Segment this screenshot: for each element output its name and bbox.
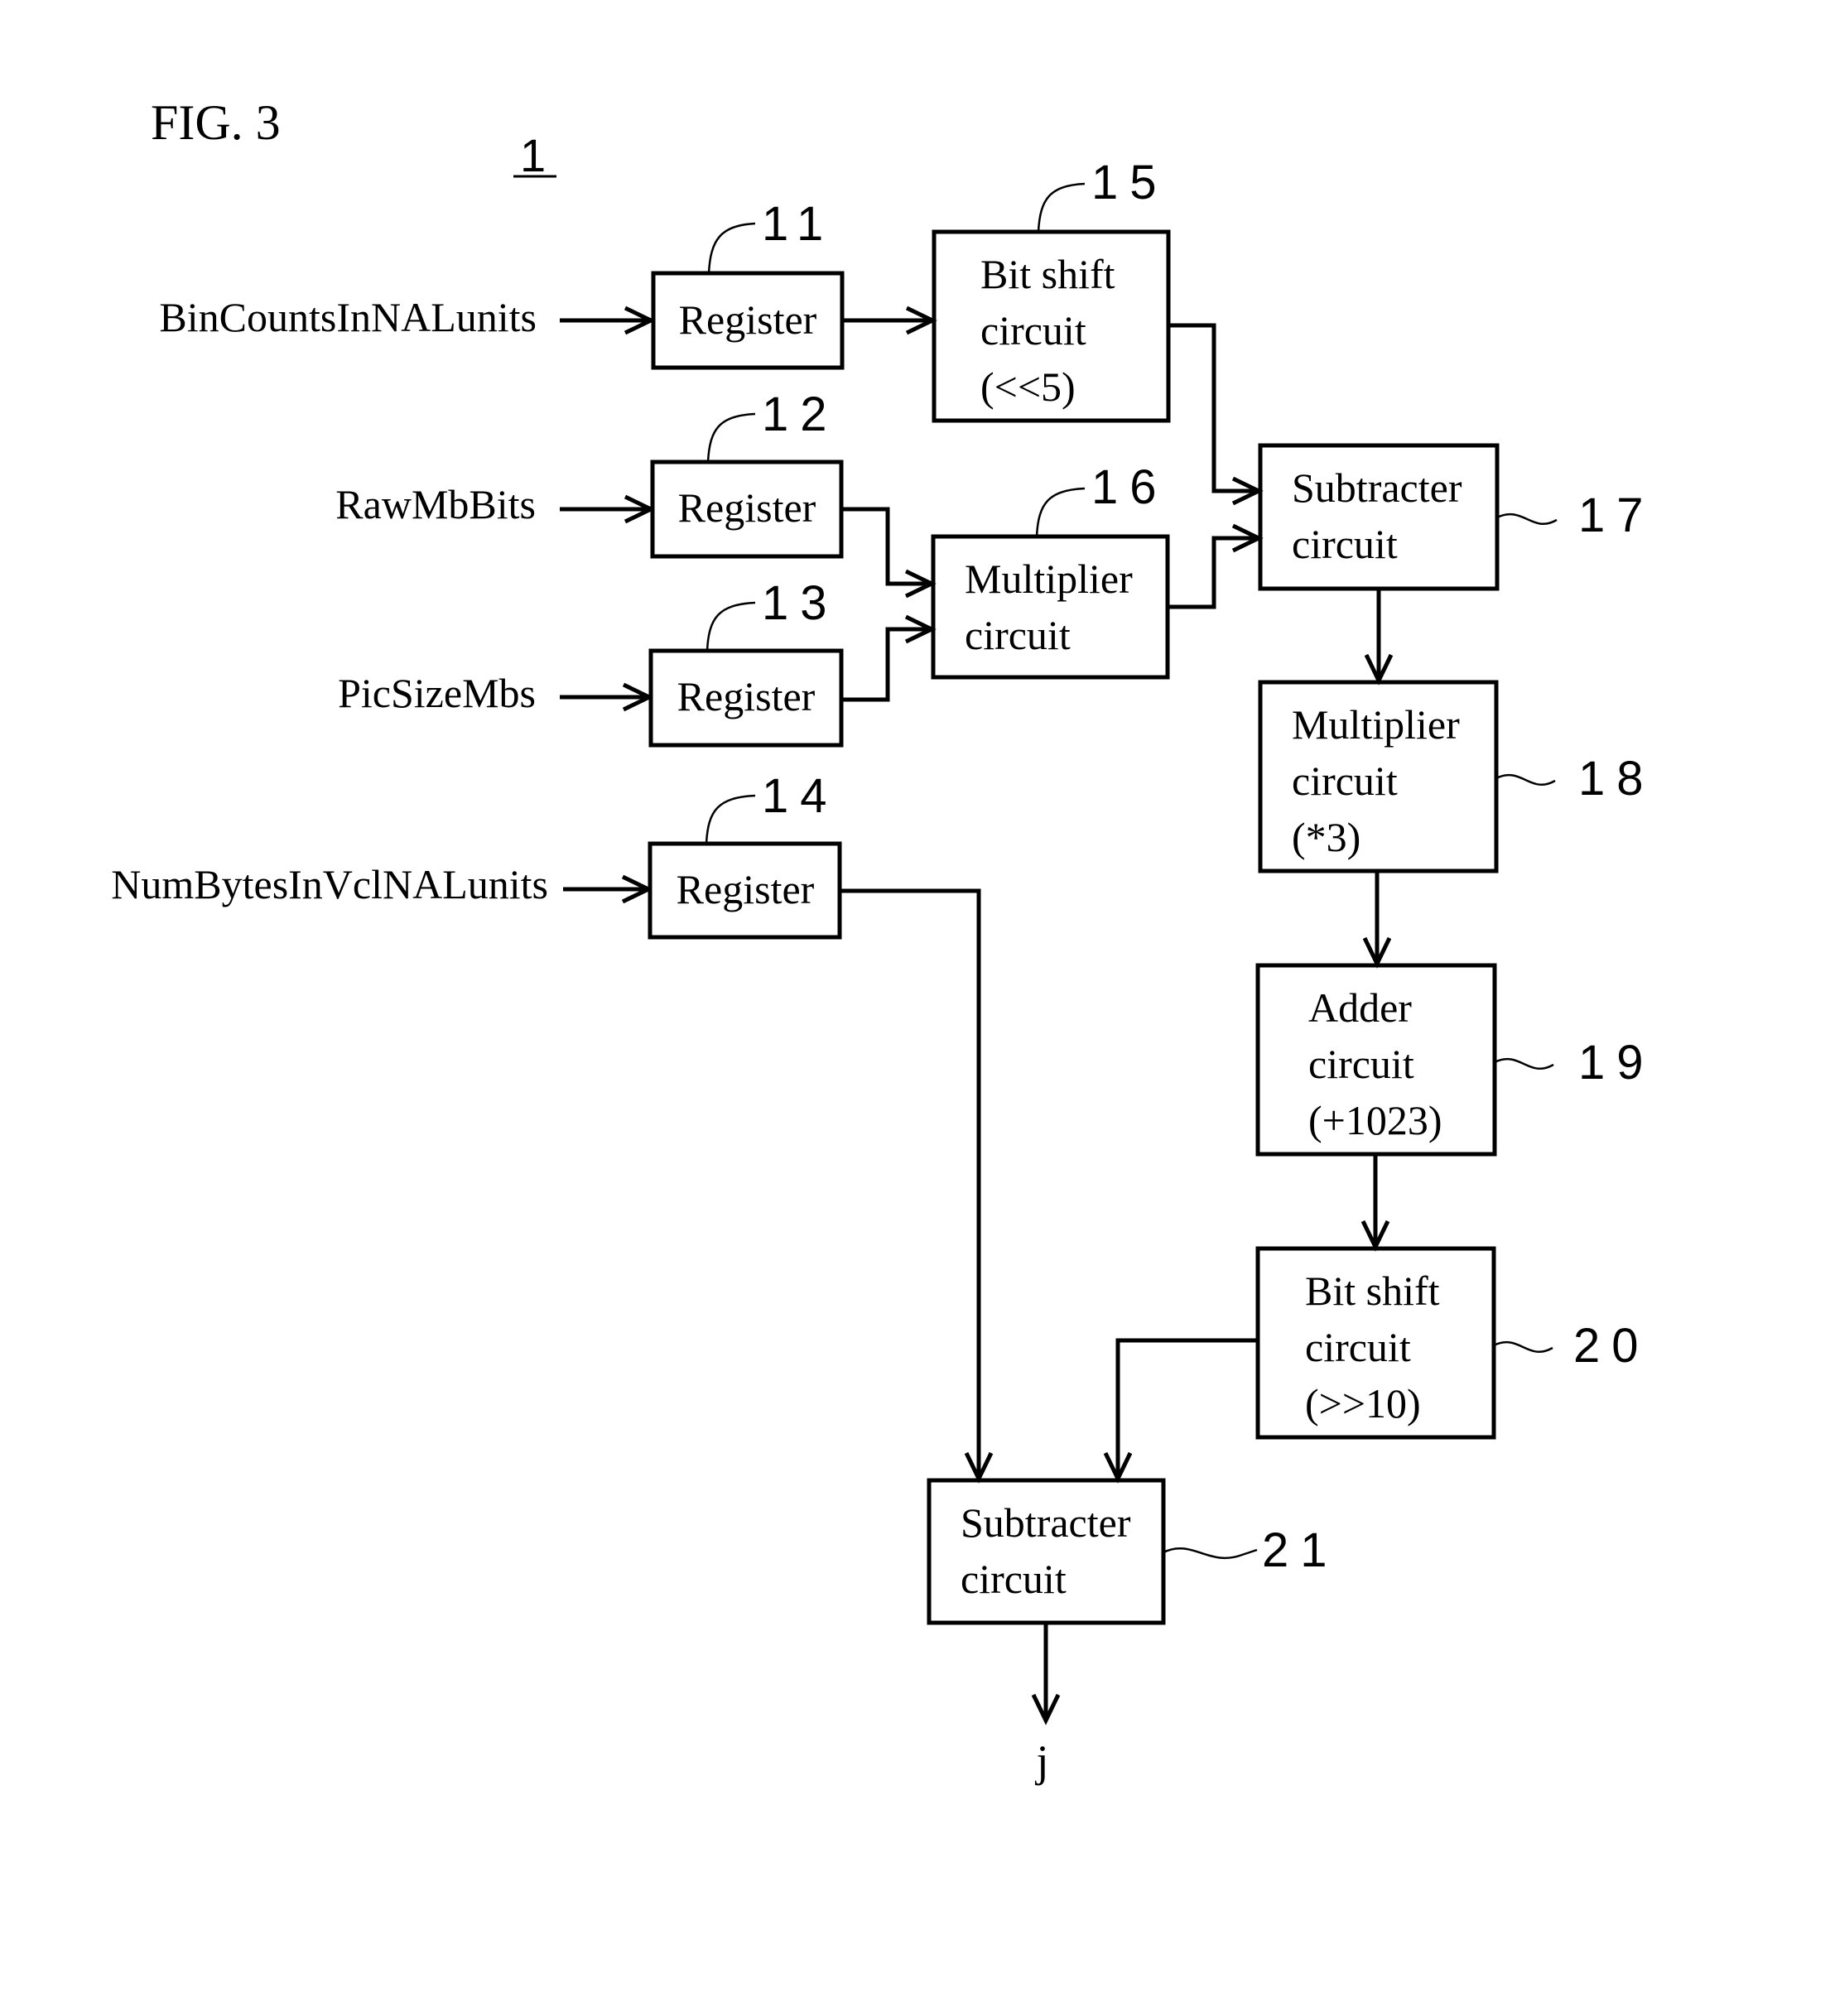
input-label-bincounts: BinCountsInNALunits: [159, 294, 537, 340]
bit-shift-15-line-3: (<<5): [980, 363, 1076, 410]
leader-13: [706, 601, 756, 652]
input-arrow-bincounts: [560, 306, 656, 335]
register-11-label: Register: [679, 296, 817, 343]
wire-b20-to-b21: [1103, 1338, 1258, 1484]
wire-r14-to-b21: [840, 888, 994, 1484]
input-label-numbytes: NumBytesInVclNALunits: [111, 861, 548, 907]
adder-19-line-1: Adder: [1308, 984, 1412, 1031]
ref-14: 14: [762, 769, 839, 823]
adder-circuit-19: Adder circuit (+1023): [1255, 963, 1497, 1157]
register-14: Register: [648, 841, 842, 940]
bit-shift-15-line-2: circuit: [980, 307, 1086, 354]
ref-15: 15: [1091, 156, 1168, 209]
wire-r12-to-b16: [841, 507, 937, 599]
output-label-j: j: [1034, 1736, 1048, 1786]
input-label-rawmbbits: RawMbBits: [335, 481, 536, 527]
wire-b17-to-b18: [1364, 589, 1394, 686]
bit-shift-20-line-2: circuit: [1305, 1324, 1411, 1370]
subtracter-21-line-1: Subtracter: [961, 1499, 1131, 1546]
figure-title: FIG. 3: [151, 95, 281, 150]
leader-14: [705, 794, 756, 844]
input-arrow-numbytes: [563, 874, 653, 904]
multiplier-circuit-16: Multiplier circuit: [931, 534, 1170, 680]
leader-18: [1495, 773, 1556, 786]
input-arrow-picsizembs: [560, 682, 654, 712]
multiplier-18-line-3: (*3): [1292, 814, 1360, 860]
subtracter-17-line-2: circuit: [1292, 521, 1398, 567]
leader-12: [706, 412, 756, 463]
register-14-label: Register: [677, 866, 815, 912]
multiplier-16-line-1: Multiplier: [965, 556, 1133, 602]
adder-19-line-3: (+1023): [1308, 1097, 1442, 1143]
ref-17: 17: [1578, 488, 1655, 542]
input-arrow-rawmbbits: [560, 494, 656, 524]
subtracter-circuit-17: Subtracter circuit: [1258, 443, 1500, 591]
bit-shift-20-line-1: Bit shift: [1305, 1268, 1440, 1314]
output-arrow: [1031, 1623, 1061, 1725]
bit-shift-15-line-1: Bit shift: [980, 251, 1115, 297]
ref-21: 21: [1262, 1523, 1339, 1577]
leader-21: [1163, 1547, 1258, 1560]
wire-b19-to-b20: [1360, 1154, 1390, 1252]
bit-shift-circuit-20: Bit shift circuit (>>10): [1255, 1246, 1496, 1440]
register-13: Register: [648, 648, 844, 748]
leader-11: [707, 222, 756, 274]
input-label-picsizembs: PicSizeMbs: [338, 670, 536, 716]
leader-16: [1035, 487, 1086, 537]
wire-r11-to-b15: [842, 306, 937, 335]
block-diagram: .arrowhead { fill: none; stroke: #000; s…: [111, 95, 1655, 1786]
wire-b18-to-b19: [1362, 871, 1392, 969]
ref-13: 13: [762, 576, 839, 630]
leader-19: [1494, 1057, 1554, 1070]
device-reference: 1: [520, 129, 546, 181]
ref-11: 11: [762, 197, 835, 251]
wire-r13-to-b16: [841, 614, 937, 702]
leader-15: [1037, 182, 1086, 233]
multiplier-18-line-1: Multiplier: [1292, 701, 1460, 748]
register-12-label: Register: [678, 484, 816, 531]
leader-20: [1493, 1340, 1553, 1353]
subtracter-21-line-2: circuit: [961, 1556, 1067, 1602]
adder-19-line-2: circuit: [1308, 1041, 1414, 1087]
multiplier-circuit-18: Multiplier circuit (*3): [1258, 680, 1499, 873]
ref-16: 16: [1091, 460, 1168, 514]
ref-18: 18: [1578, 752, 1655, 806]
leader-17: [1496, 512, 1558, 525]
ref-19: 19: [1578, 1036, 1655, 1090]
multiplier-16-line-2: circuit: [965, 612, 1071, 658]
ref-20: 20: [1573, 1319, 1650, 1373]
bit-shift-20-line-3: (>>10): [1305, 1380, 1421, 1427]
bit-shift-circuit-15: Bit shift circuit (<<5): [932, 229, 1171, 423]
register-11: Register: [651, 271, 845, 370]
register-13-label: Register: [677, 673, 816, 719]
subtracter-circuit-21: Subtracter circuit: [927, 1478, 1166, 1625]
register-12: Register: [650, 459, 844, 559]
wire-b16-to-b17: [1168, 523, 1264, 609]
wire-b15-to-b17: [1168, 323, 1264, 506]
multiplier-18-line-2: circuit: [1292, 758, 1398, 804]
subtracter-17-line-1: Subtracter: [1292, 464, 1462, 511]
ref-12: 12: [762, 387, 839, 441]
